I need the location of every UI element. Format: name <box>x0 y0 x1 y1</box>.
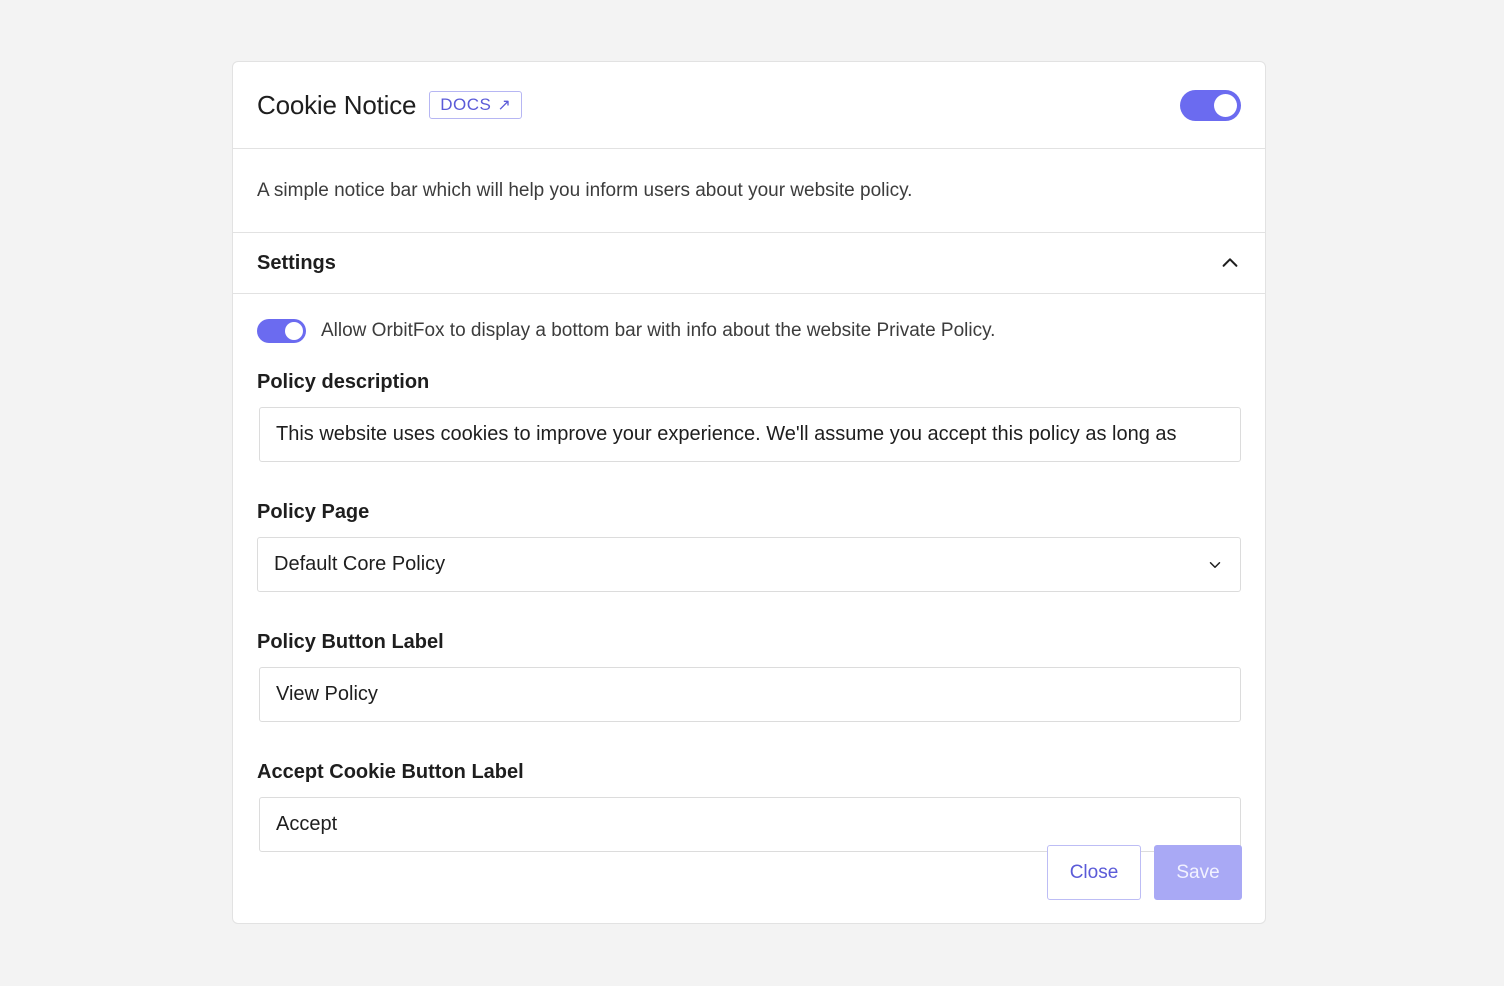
chevron-down-icon <box>1209 561 1221 568</box>
module-title: Cookie Notice <box>257 89 417 120</box>
policy-description-label: Policy description <box>257 371 430 393</box>
allow-bar-row: Allow OrbitFox to display a bottom bar w… <box>257 294 1241 368</box>
module-description: A simple notice bar which will help you … <box>233 149 1265 233</box>
docs-link[interactable]: DOCS ↗ <box>429 91 523 119</box>
chevron-up-icon[interactable] <box>1219 252 1241 274</box>
policy-description-input[interactable]: This website uses cookies to improve you… <box>259 407 1241 462</box>
external-link-icon: ↗ <box>497 97 512 114</box>
accept-button-label-label: Accept Cookie Button Label <box>257 761 524 783</box>
toggle-knob <box>1214 93 1237 117</box>
settings-title: Settings <box>257 251 336 274</box>
allow-bar-toggle[interactable] <box>257 319 306 343</box>
save-button[interactable]: Save <box>1154 845 1242 900</box>
docs-label: DOCS <box>440 95 492 114</box>
policy-page-select[interactable]: Default Core Policy <box>257 537 1241 592</box>
module-enable-toggle[interactable] <box>1180 89 1241 121</box>
allow-bar-text: Allow OrbitFox to display a bottom bar w… <box>321 320 996 341</box>
policy-button-label-input[interactable]: View Policy <box>259 667 1241 722</box>
policy-page-selected: Default Core Policy <box>274 553 446 575</box>
cookie-notice-card: Cookie Notice DOCS ↗ A simple notice bar… <box>232 61 1266 924</box>
toggle-knob <box>285 322 303 340</box>
policy-button-label-label: Policy Button Label <box>257 631 444 653</box>
close-button[interactable]: Close <box>1047 845 1141 900</box>
policy-page-label: Policy Page <box>257 501 370 523</box>
form-actions: Close Save <box>1047 845 1242 900</box>
settings-accordion-header[interactable]: Settings <box>233 233 1265 294</box>
accept-button-label-input[interactable]: Accept <box>259 797 1241 852</box>
settings-body: Allow OrbitFox to display a bottom bar w… <box>233 294 1265 852</box>
card-header: Cookie Notice DOCS ↗ <box>233 62 1265 149</box>
